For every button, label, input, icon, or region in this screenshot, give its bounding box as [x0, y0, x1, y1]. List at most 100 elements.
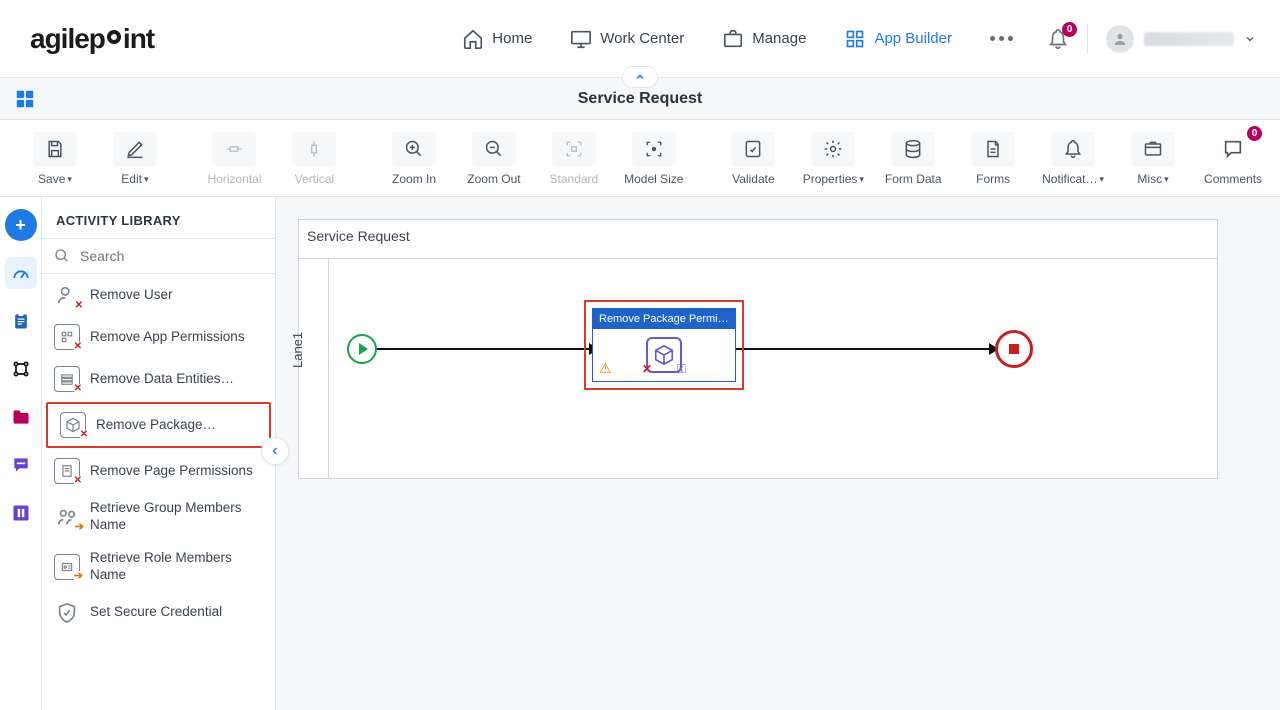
activity-remove-page-permissions[interactable]: ✕ Remove Page Permissions	[42, 450, 275, 492]
app-remove-icon: ✕	[54, 324, 80, 350]
add-button[interactable]: +	[5, 209, 37, 241]
canvas-title: Service Request	[307, 228, 410, 244]
notifications-button[interactable]: 0	[1047, 28, 1069, 50]
activity-search-wrap	[42, 239, 275, 274]
horizontal-icon	[223, 140, 245, 158]
activity-set-secure-credential-label: Set Secure Credential	[90, 604, 222, 621]
user-menu[interactable]	[1106, 25, 1256, 53]
activity-remove-package[interactable]: ✕ Remove Package…	[46, 402, 271, 448]
vertical-button[interactable]: Vertical	[279, 128, 349, 190]
activity-retrieve-group-members[interactable]: ➔ Retrieve Group Members Name	[42, 492, 275, 542]
model-size-button[interactable]: Model Size	[619, 128, 689, 190]
activity-node-remove-package-permissions[interactable]: Remove Package Permi… ⚠ ✕ ⚿	[592, 308, 736, 382]
activity-remove-package-label: Remove Package…	[96, 417, 216, 434]
gauge-icon	[11, 263, 31, 283]
activity-remove-page-permissions-label: Remove Page Permissions	[90, 463, 253, 480]
comments-button[interactable]: 0 Comments	[1198, 128, 1268, 190]
apps-menu-button[interactable]	[14, 88, 36, 110]
activity-set-secure-credential[interactable]: Set Secure Credential	[42, 592, 275, 634]
properties-button[interactable]: Properties▾	[798, 128, 868, 190]
nav-manage-label: Manage	[752, 30, 806, 47]
notifications-label: Notificat…	[1042, 172, 1097, 186]
folder-icon	[1143, 139, 1163, 159]
folder-fill-icon	[11, 407, 31, 427]
bell-outline-icon	[1063, 139, 1083, 159]
standard-label: Standard	[550, 172, 599, 186]
activity-remove-app-permissions[interactable]: ✕ Remove App Permissions	[42, 316, 275, 358]
standard-button[interactable]: Standard	[539, 128, 609, 190]
pause-box-icon	[11, 503, 31, 523]
start-node[interactable]	[347, 334, 377, 364]
user-name-label	[1144, 32, 1234, 46]
nav-home[interactable]: Home	[458, 22, 536, 56]
validate-icon	[743, 139, 763, 159]
person-icon	[1112, 31, 1128, 47]
rail-tab-connections[interactable]	[5, 353, 37, 385]
nav-app-builder[interactable]: App Builder	[840, 22, 956, 56]
data-remove-icon: ✕	[54, 366, 80, 392]
warning-icon: ⚠	[599, 360, 612, 377]
misc-button[interactable]: Misc▾	[1118, 128, 1188, 190]
left-rail: +	[0, 197, 42, 710]
role-retrieve-icon: ➔	[54, 554, 80, 580]
logo-ring-icon	[107, 30, 121, 44]
collapse-header-button[interactable]	[622, 66, 658, 88]
chevron-down-icon	[1244, 33, 1256, 45]
nav-manage[interactable]: Manage	[718, 22, 810, 56]
validate-button[interactable]: Validate	[718, 128, 788, 190]
collapse-library-button[interactable]	[261, 437, 289, 465]
logo: agilepint	[30, 23, 154, 55]
chevron-up-icon	[634, 71, 646, 83]
chevron-left-icon	[269, 445, 281, 457]
more-icon	[990, 36, 1013, 41]
vertical-icon	[305, 138, 323, 160]
end-node[interactable]	[995, 330, 1033, 368]
activity-search-input[interactable]	[78, 247, 263, 265]
activity-node-selection: Remove Package Permi… ⚠ ✕ ⚿	[584, 300, 744, 390]
save-icon	[45, 139, 65, 159]
form-data-button[interactable]: Form Data	[878, 128, 948, 190]
edit-label: Edit	[121, 172, 142, 186]
rail-tab-activities[interactable]	[5, 257, 37, 289]
activity-retrieve-role-members-label: Retrieve Role Members Name	[90, 550, 265, 584]
zoom-in-label: Zoom In	[392, 172, 436, 186]
rail-tab-folder[interactable]	[5, 401, 37, 433]
activity-settings-button[interactable]	[733, 313, 735, 325]
rail-tab-chat[interactable]	[5, 449, 37, 481]
chevron-down-icon: ▾	[67, 174, 72, 185]
top-right: 0	[1047, 24, 1256, 54]
zoom-out-button[interactable]: Zoom Out	[459, 128, 529, 190]
activity-remove-data-entities[interactable]: ✕ Remove Data Entities…	[42, 358, 275, 400]
zoom-in-button[interactable]: Zoom In	[379, 128, 449, 190]
notifications-menu-button[interactable]: Notificat…▾	[1038, 128, 1108, 190]
zoom-out-label: Zoom Out	[467, 172, 520, 186]
save-button[interactable]: Save▾	[20, 128, 90, 190]
briefcase-icon	[722, 28, 744, 50]
rail-tab-clipboard[interactable]	[5, 305, 37, 337]
save-label: Save	[38, 172, 65, 186]
process-canvas[interactable]: Service Request Lane1 Remove Package Per…	[298, 219, 1218, 479]
nav-work-center[interactable]: Work Center	[566, 22, 688, 56]
horizontal-button[interactable]: Horizontal	[200, 128, 270, 190]
forms-button[interactable]: Forms	[958, 128, 1028, 190]
rail-tab-pause[interactable]	[5, 497, 37, 529]
activity-remove-user[interactable]: ✕ Remove User	[42, 274, 275, 316]
nav-more[interactable]	[986, 30, 1017, 47]
apps-grid-icon	[844, 28, 866, 50]
canvas-area[interactable]: Service Request Lane1 Remove Package Per…	[276, 197, 1280, 710]
comment-icon	[1222, 138, 1244, 160]
activity-retrieve-group-members-label: Retrieve Group Members Name	[90, 500, 265, 534]
gear-icon	[823, 139, 843, 159]
forms-label: Forms	[976, 172, 1010, 186]
activity-retrieve-role-members[interactable]: ➔ Retrieve Role Members Name	[42, 542, 275, 592]
lane-separator	[329, 258, 1217, 259]
horizontal-label: Horizontal	[207, 172, 261, 186]
zoom-out-icon	[484, 139, 504, 159]
edit-button[interactable]: Edit▾	[100, 128, 170, 190]
search-icon	[54, 247, 70, 265]
lane-label: Lane1	[290, 332, 305, 368]
nav-app-builder-label: App Builder	[874, 30, 952, 47]
activity-library-title: ACTIVITY LIBRARY	[42, 197, 275, 239]
avatar	[1106, 25, 1134, 53]
nav-work-center-label: Work Center	[600, 30, 684, 47]
